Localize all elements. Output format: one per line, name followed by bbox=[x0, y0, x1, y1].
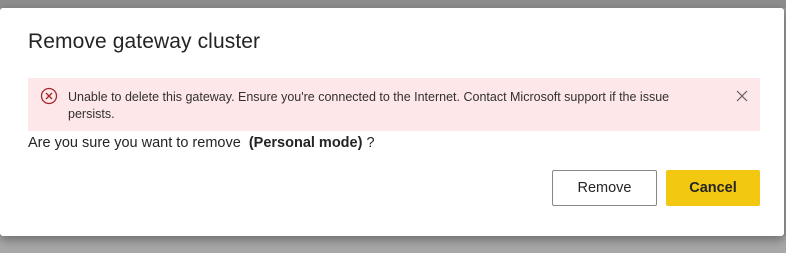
backdrop-top bbox=[0, 0, 786, 8]
dialog-title: Remove gateway cluster bbox=[28, 30, 261, 53]
close-icon[interactable] bbox=[734, 88, 750, 104]
cancel-button[interactable]: Cancel bbox=[666, 170, 760, 206]
question-prefix: Are you sure you want to remove bbox=[28, 135, 249, 151]
question-suffix: ? bbox=[362, 135, 375, 151]
error-message-text: Unable to delete this gateway. Ensure yo… bbox=[68, 90, 670, 121]
remove-gateway-dialog: Remove gateway cluster Unable to delete … bbox=[0, 8, 784, 236]
backdrop-bottom bbox=[0, 236, 786, 253]
error-circle-icon bbox=[40, 87, 58, 105]
error-message-bar: Unable to delete this gateway. Ensure yo… bbox=[28, 78, 760, 131]
confirmation-question: Are you sure you want to remove (Persona… bbox=[28, 135, 375, 151]
remove-button[interactable]: Remove bbox=[552, 170, 657, 206]
gateway-name: (Personal mode) bbox=[248, 135, 363, 151]
